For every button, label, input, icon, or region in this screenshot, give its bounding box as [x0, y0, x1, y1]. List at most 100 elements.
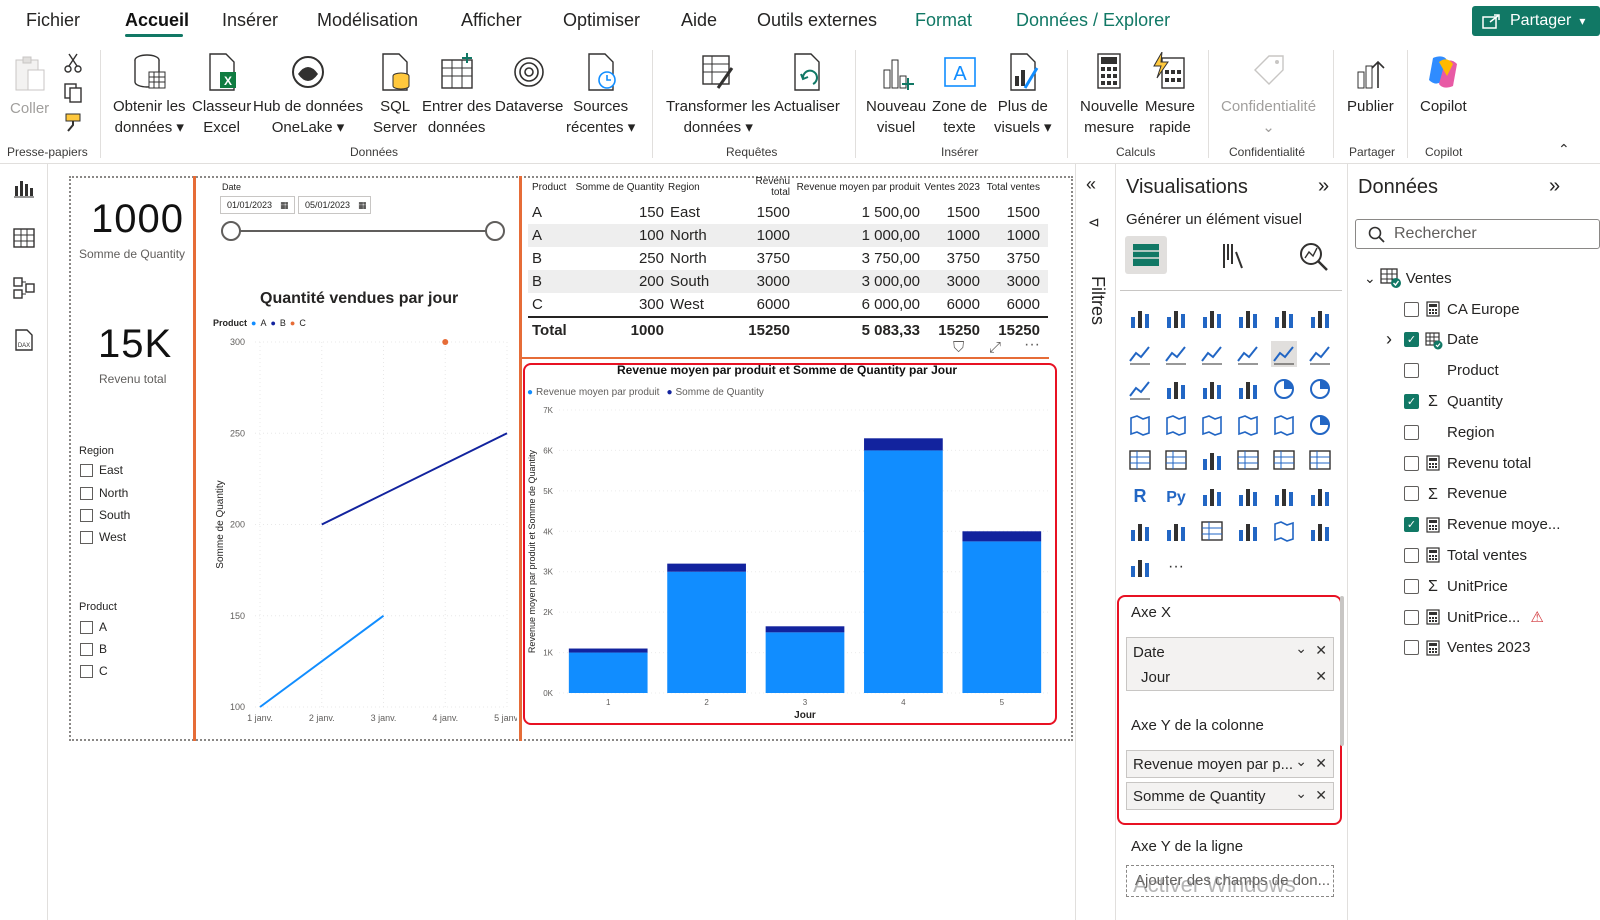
legend-item[interactable]: Revenue moyen par produit	[536, 387, 659, 398]
expand-filters-icon[interactable]: «	[1086, 174, 1096, 195]
field-revenu-total[interactable]: Revenu total	[1404, 451, 1531, 475]
region-option-north[interactable]: North	[80, 486, 128, 500]
checkbox[interactable]	[80, 620, 93, 634]
scrollbar[interactable]	[1340, 596, 1344, 746]
card-new-icon[interactable]	[1199, 518, 1225, 544]
cut-icon[interactable]	[63, 52, 83, 74]
chevron-down-icon[interactable]: ⌄	[1295, 785, 1307, 802]
checkbox[interactable]	[1404, 578, 1419, 594]
field-revenue-moye-[interactable]: ✓ Revenue moye...	[1404, 513, 1560, 537]
table-row[interactable]: B 200 South 3000 3 000,00 3000 3000	[528, 270, 1048, 293]
more-options-icon[interactable]: ···	[1024, 336, 1040, 354]
menu-modelisation[interactable]: Modélisation	[317, 10, 418, 31]
checkbox[interactable]: ✓	[1404, 393, 1419, 409]
field-ventes-2023[interactable]: Ventes 2023	[1404, 636, 1530, 660]
bar-segment[interactable]	[962, 531, 1042, 542]
checkbox[interactable]	[1404, 363, 1419, 379]
checkbox[interactable]	[80, 463, 93, 477]
column-header[interactable]: Region	[664, 182, 734, 193]
field-unitprice-[interactable]: UnitPrice... ⚠	[1404, 605, 1544, 629]
sql-server-button[interactable]: SQL Server	[373, 52, 417, 138]
remove-field-icon[interactable]: ✕	[1315, 755, 1327, 772]
stacked-column-chart-icon[interactable]	[1163, 305, 1189, 331]
column-header[interactable]: Revenue moyen par produit	[790, 182, 920, 193]
checkbox[interactable]: ✓	[1404, 517, 1419, 533]
bar-segment[interactable]	[568, 652, 648, 693]
kpi-icon[interactable]	[1199, 447, 1225, 473]
field-product[interactable]: Product	[1404, 359, 1499, 383]
menu-inserer[interactable]: Insérer	[222, 10, 278, 31]
collapse-ribbon-icon[interactable]: ⌃	[1558, 141, 1570, 158]
filters-label[interactable]: Filtres	[1087, 276, 1108, 325]
refresh-button[interactable]: Actualiser	[774, 52, 840, 117]
menu-optimiser[interactable]: Optimiser	[563, 10, 640, 31]
clustered-bar-chart-icon[interactable]	[1199, 305, 1225, 331]
stacked-bar-chart-icon[interactable]	[1127, 305, 1153, 331]
bar-segment[interactable]	[667, 571, 746, 693]
filter-icon[interactable]: ⛉	[953, 339, 964, 356]
line-chart-icon[interactable]	[1127, 341, 1153, 367]
azure-map-icon[interactable]	[1271, 412, 1297, 438]
legend-item[interactable]: A	[260, 318, 266, 328]
metrics-icon[interactable]	[1127, 518, 1153, 544]
checkbox[interactable]	[1404, 547, 1419, 563]
table-icon[interactable]	[1271, 447, 1297, 473]
checkbox[interactable]: ✓	[1404, 332, 1419, 348]
excel-workbook-button[interactable]: X Classeur Excel	[192, 52, 251, 138]
decomposition-tree-icon[interactable]	[1235, 483, 1261, 509]
ribbon-chart-icon[interactable]	[1127, 376, 1153, 402]
field-quantity[interactable]: ✓ Σ Quantity	[1404, 389, 1503, 413]
scatter-chart-icon[interactable]	[1235, 376, 1261, 402]
bar-segment[interactable]	[962, 541, 1042, 693]
chevron-right-icon[interactable]: ›	[1386, 329, 1392, 350]
remove-field-icon[interactable]: ✕	[1315, 787, 1327, 804]
smart-narrative-icon[interactable]	[1307, 483, 1333, 509]
bar-segment[interactable]	[568, 648, 648, 653]
bar-segment[interactable]	[667, 563, 746, 572]
shape-map-icon[interactable]	[1235, 412, 1261, 438]
bar-segment[interactable]	[864, 438, 943, 451]
key-influencers-icon[interactable]	[1199, 483, 1225, 509]
copy-icon[interactable]	[63, 82, 83, 104]
column-header[interactable]: Product	[528, 182, 574, 193]
power-apps-icon[interactable]	[1307, 518, 1333, 544]
chevron-down-icon[interactable]: ⌄	[1295, 640, 1307, 657]
column-header[interactable]: Somme de Quantity	[574, 182, 664, 193]
waterfall-chart-icon[interactable]	[1163, 376, 1189, 402]
legend-item[interactable]: C	[299, 318, 306, 328]
r-visual-icon[interactable]: R	[1127, 483, 1153, 509]
100-stacked-bar-icon[interactable]	[1271, 305, 1297, 331]
menu-outils-externes[interactable]: Outils externes	[757, 10, 877, 31]
checkbox[interactable]	[1404, 455, 1419, 471]
field-ca-europe[interactable]: CA Europe	[1404, 297, 1520, 321]
region-option-south[interactable]: South	[80, 508, 130, 522]
paginated-report-icon[interactable]	[1163, 518, 1189, 544]
data-point-C[interactable]	[442, 339, 449, 345]
menu-fichier[interactable]: Fichier	[26, 10, 80, 31]
chevron-down-icon[interactable]: ⌄	[1364, 270, 1376, 287]
sensitivity-button[interactable]: Confidentialité ⌄	[1221, 52, 1316, 138]
bar-segment[interactable]	[765, 626, 845, 633]
quick-measure-button[interactable]: Mesure rapide	[1145, 52, 1195, 138]
treemap-icon[interactable]	[1127, 412, 1153, 438]
remove-field-icon[interactable]: ✕	[1315, 642, 1327, 659]
field-unitprice[interactable]: Σ UnitPrice	[1404, 574, 1508, 598]
product-option-a[interactable]: A	[80, 620, 107, 634]
more-visuals-icon[interactable]: ···	[1163, 554, 1189, 580]
line-and-stacked-column-icon[interactable]	[1271, 340, 1297, 367]
onelake-hub-button[interactable]: Hub de données OneLake ▾	[253, 52, 363, 138]
column-header[interactable]: Revenu total	[734, 176, 790, 198]
more-visuals-button[interactable]: Plus de visuels ▾	[994, 52, 1052, 138]
qa-icon[interactable]	[1271, 483, 1297, 509]
date-slider-start-handle[interactable]	[221, 221, 241, 241]
100-stacked-area-icon[interactable]	[1235, 341, 1261, 367]
map-icon[interactable]	[1163, 412, 1189, 438]
menu-format[interactable]: Format	[915, 10, 972, 31]
checkbox[interactable]	[1404, 486, 1419, 502]
100-stacked-column-icon[interactable]	[1307, 305, 1333, 331]
transform-data-button[interactable]: Transformer les données ▾	[666, 52, 770, 138]
bar-segment[interactable]	[765, 632, 845, 693]
data-search-input[interactable]: Rechercher	[1355, 219, 1600, 249]
get-data-button[interactable]: Obtenir les données ▾	[113, 52, 186, 138]
table-ventes[interactable]: ⌄ Ventes	[1364, 268, 1452, 288]
